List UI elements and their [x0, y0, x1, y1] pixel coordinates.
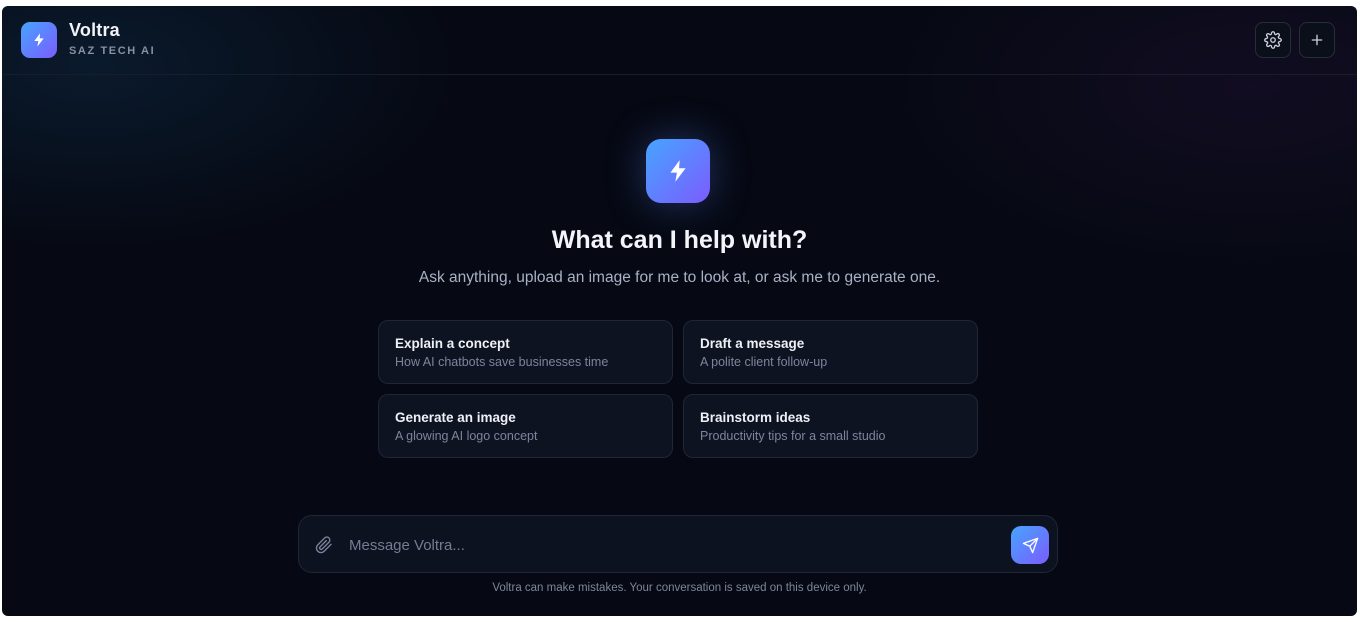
suggestion-title: Draft a message [700, 336, 805, 351]
chat-app: Voltra SAZ TECH AI What can I help with?… [2, 6, 1357, 616]
suggestion-card-brainstorm-ideas[interactable]: Brainstorm ideas Productivity tips for a… [683, 394, 978, 458]
hero-subtitle: Ask anything, upload an image for me to … [418, 269, 941, 286]
settings-button[interactable] [1255, 22, 1291, 58]
suggestion-title: Brainstorm ideas [700, 410, 811, 425]
new-chat-button[interactable] [1299, 22, 1335, 58]
attach-button[interactable] [313, 534, 335, 556]
message-input[interactable] [349, 530, 999, 560]
suggestion-card-explain-concept[interactable]: Explain a concept How AI chatbots save b… [378, 320, 673, 384]
suggestion-subtitle: Productivity tips for a small studio [700, 429, 886, 443]
top-bar: Voltra SAZ TECH AI [2, 6, 1357, 75]
suggestion-subtitle: How AI chatbots save businesses time [395, 355, 609, 369]
paperclip-icon [315, 536, 332, 554]
suggestion-subtitle: A glowing AI logo concept [395, 429, 538, 443]
lightning-bolt-icon [670, 160, 686, 182]
send-button[interactable] [1011, 526, 1049, 564]
suggestion-title: Explain a concept [395, 336, 510, 351]
app-name: Voltra [69, 20, 120, 40]
gear-icon [1264, 31, 1282, 49]
hero-logo [646, 139, 710, 203]
suggestion-card-draft-message[interactable]: Draft a message A polite client follow-u… [683, 320, 978, 384]
suggestion-subtitle: A polite client follow-up [700, 355, 828, 369]
message-composer [298, 515, 1058, 573]
send-icon [1022, 537, 1038, 553]
brand-logo [21, 22, 57, 58]
disclaimer-text: Voltra can make mistakes. Your conversat… [492, 582, 867, 594]
suggestion-title: Generate an image [395, 410, 516, 425]
app-subtitle: SAZ TECH AI [69, 45, 156, 57]
plus-icon [1311, 34, 1323, 46]
lightning-bolt-icon [34, 33, 44, 47]
suggestion-card-generate-image[interactable]: Generate an image A glowing AI logo conc… [378, 394, 673, 458]
hero-title: What can I help with? [551, 226, 808, 254]
